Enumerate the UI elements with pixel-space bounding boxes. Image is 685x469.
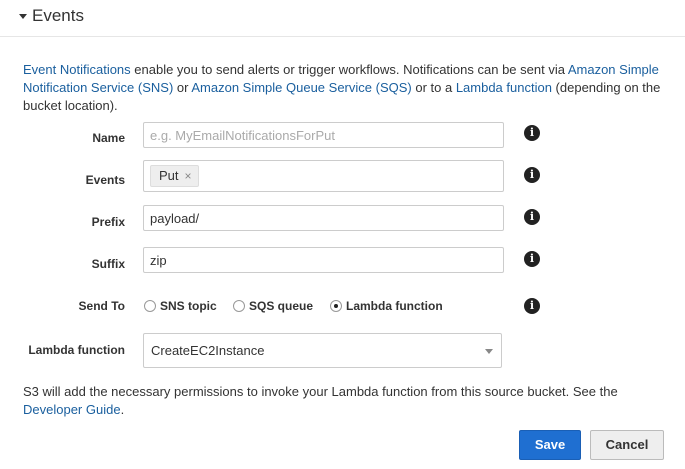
section-title: Events [32, 6, 84, 25]
link-sqs[interactable]: Amazon Simple Queue Service (SQS) [191, 80, 411, 95]
name-field[interactable] [143, 122, 504, 148]
remove-tag-icon[interactable]: × [185, 169, 192, 183]
radio-sns-topic[interactable]: SNS topic [144, 299, 217, 313]
event-tag: Put × [150, 165, 199, 187]
caret-down-icon[interactable] [19, 14, 27, 19]
suffix-info-icon[interactable]: i [524, 251, 540, 267]
radio-sqs-queue[interactable]: SQS queue [233, 299, 313, 313]
events-label: Events [85, 173, 125, 187]
link-developer-guide[interactable]: Developer Guide [23, 402, 121, 417]
suffix-input[interactable] [144, 248, 503, 272]
prefix-field[interactable] [143, 205, 504, 231]
radio-sns-topic-label: SNS topic [160, 299, 217, 313]
event-tag-label: Put [159, 168, 179, 183]
lambda-function-value: CreateEC2Instance [151, 343, 265, 358]
prefix-label: Prefix [91, 215, 125, 229]
radio-sqs-queue-label: SQS queue [249, 299, 314, 313]
name-input[interactable] [144, 123, 503, 147]
intro-text: Event Notifications enable you to send a… [23, 61, 668, 115]
intro-text-1: enable you to send alerts or trigger wor… [130, 62, 568, 77]
permissions-note: S3 will add the necessary permissions to… [23, 383, 668, 419]
radio-lambda-function[interactable]: Lambda function [330, 299, 443, 313]
name-info-icon[interactable]: i [524, 125, 540, 141]
intro-text-3: or to a [411, 80, 456, 95]
events-info-icon[interactable]: i [524, 167, 540, 183]
section-header[interactable]: Events [0, 0, 685, 37]
suffix-field[interactable] [143, 247, 504, 273]
radio-lambda-function-circle[interactable] [330, 300, 342, 312]
radio-lambda-function-label: Lambda function [346, 299, 443, 313]
events-field[interactable]: Put × [143, 160, 504, 192]
radio-sns-topic-circle[interactable] [144, 300, 156, 312]
permissions-note-end: . [120, 402, 125, 417]
lambda-function-label: Lambda function [28, 343, 125, 357]
send-to-label: Send To [78, 299, 125, 313]
permissions-note-text: S3 will add the necessary permissions to… [23, 384, 618, 399]
intro-text-2: or [173, 80, 192, 95]
cancel-button[interactable]: Cancel [590, 430, 664, 460]
link-lambda-function[interactable]: Lambda function [456, 80, 552, 95]
prefix-info-icon[interactable]: i [524, 209, 540, 225]
prefix-input[interactable] [144, 206, 503, 230]
link-event-notifications[interactable]: Event Notifications [23, 62, 131, 77]
send-to-info-icon[interactable]: i [524, 298, 540, 314]
lambda-function-select[interactable]: CreateEC2Instance [143, 333, 502, 368]
save-button[interactable]: Save [519, 430, 581, 460]
chevron-down-icon[interactable] [485, 349, 493, 354]
radio-sqs-queue-circle[interactable] [233, 300, 245, 312]
suffix-label: Suffix [91, 257, 125, 271]
name-label: Name [92, 131, 125, 145]
